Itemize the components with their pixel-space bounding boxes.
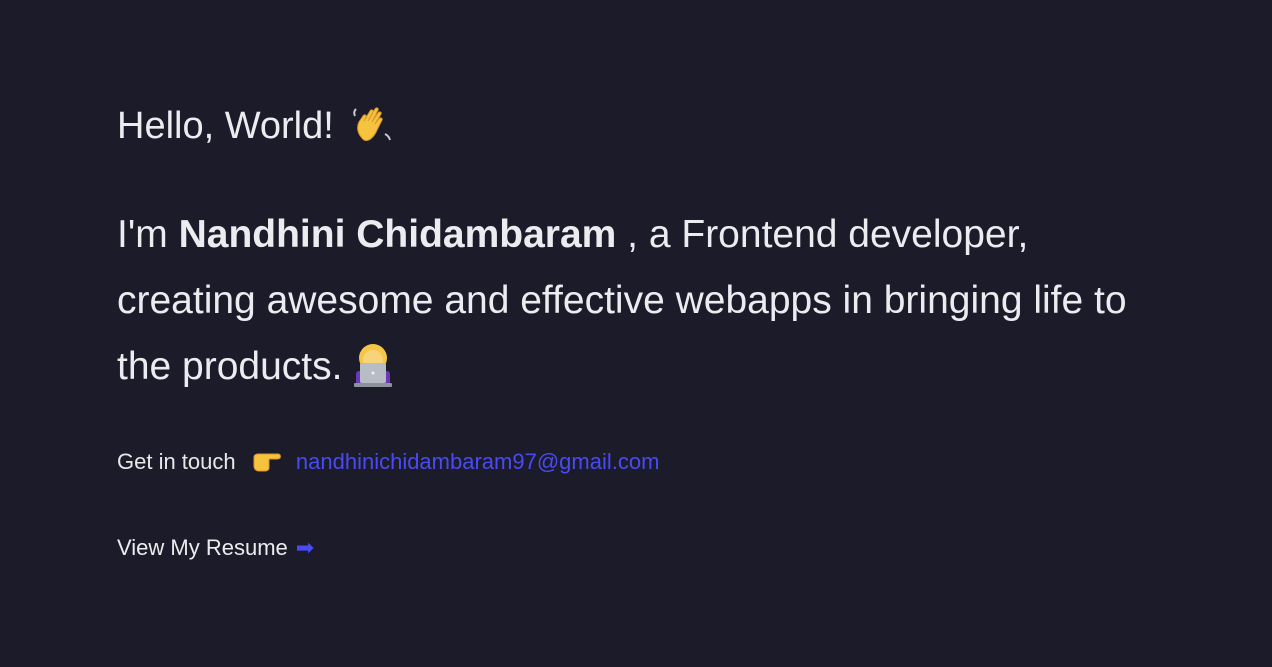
view-resume-label: View My Resume: [117, 535, 288, 560]
waving-hand-icon: [350, 102, 394, 146]
developer-name: Nandhini Chidambaram: [178, 213, 617, 256]
contact-row: Get in touch nandhinichidambaram97@gmail…: [117, 447, 1177, 477]
greeting-heading: Hello, World!: [117, 100, 1177, 152]
resume-row: View My Resume ➡: [117, 533, 1177, 564]
email-link[interactable]: nandhinichidambaram97@gmail.com: [296, 449, 660, 474]
hero-section: Hello, World! I'm Nandhini Chidambaram ,…: [117, 100, 1177, 564]
arrow-right-icon: ➡: [295, 536, 315, 561]
woman-technologist-icon: [350, 341, 396, 389]
greeting-text: Hello, World!: [117, 105, 334, 147]
get-in-touch-label: Get in touch: [117, 449, 236, 474]
view-resume-link[interactable]: View My Resume ➡: [117, 535, 315, 561]
pointing-right-icon: [252, 448, 282, 474]
intro-prefix: I'm: [117, 213, 179, 256]
intro-paragraph: I'm Nandhini Chidambaram , a Frontend de…: [117, 202, 1177, 400]
